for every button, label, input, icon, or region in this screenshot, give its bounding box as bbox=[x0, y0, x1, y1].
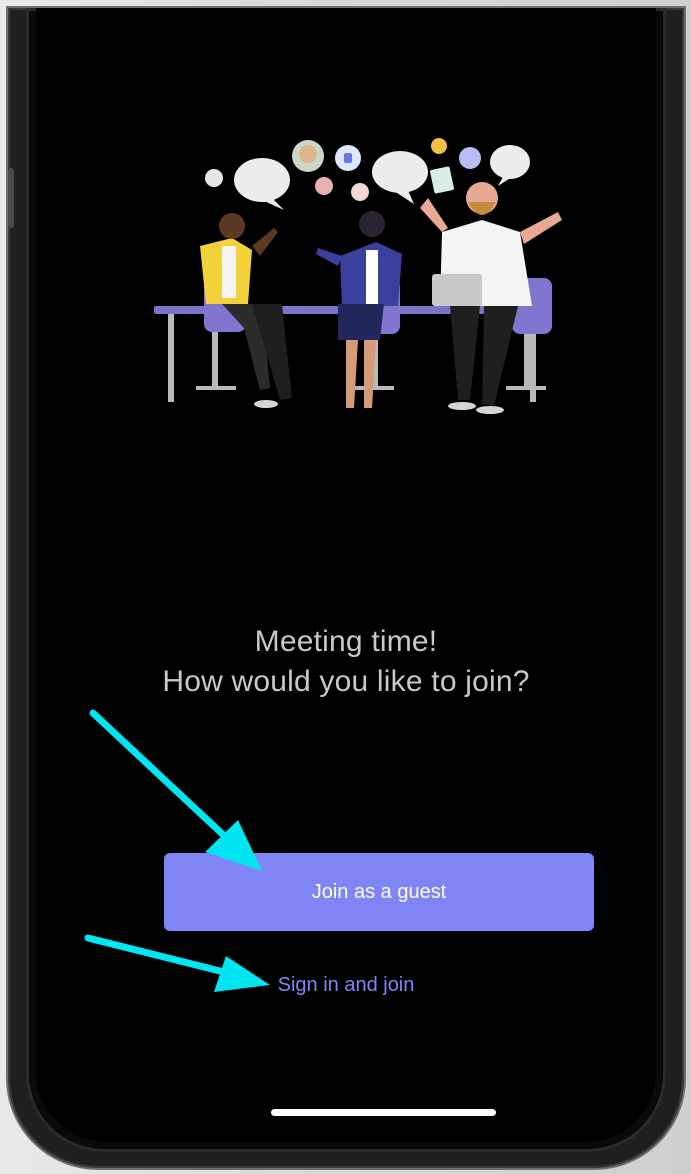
person-right bbox=[420, 182, 562, 414]
phone-frame: Meeting time! How would you like to join… bbox=[8, 8, 684, 1168]
phone-bezel: Meeting time! How would you like to join… bbox=[26, 8, 666, 1152]
person-left bbox=[196, 213, 292, 408]
home-indicator[interactable] bbox=[271, 1109, 496, 1116]
team-meeting-illustration bbox=[154, 138, 562, 414]
phone-screen: Meeting time! How would you like to join… bbox=[36, 8, 656, 1142]
join-as-guest-button[interactable]: Join as a guest bbox=[164, 853, 594, 931]
prompt-question: How would you like to join? bbox=[162, 665, 530, 698]
sign-in-and-join-link[interactable]: Sign in and join bbox=[36, 974, 656, 997]
meeting-prompt: Meeting time! How would you like to join… bbox=[36, 622, 656, 702]
volume-button bbox=[8, 168, 14, 228]
prompt-title: Meeting time! bbox=[254, 625, 438, 658]
